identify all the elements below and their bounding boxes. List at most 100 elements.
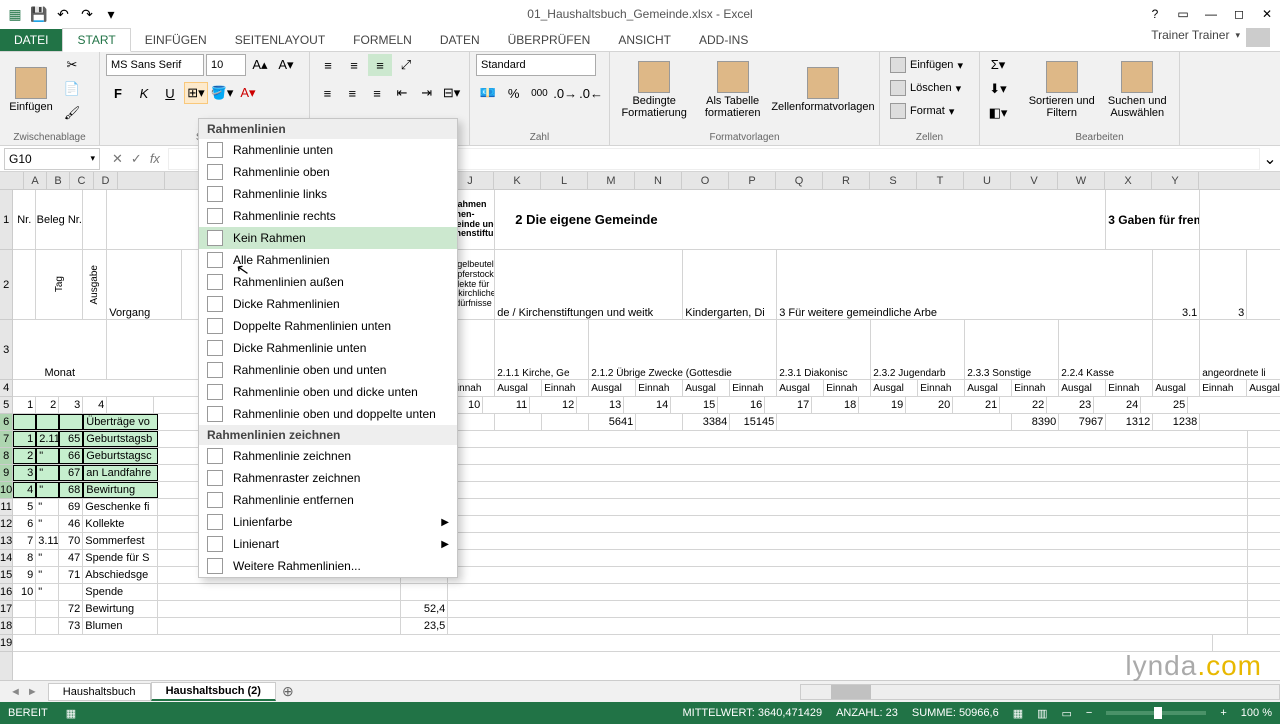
- minimize-icon[interactable]: —: [1202, 7, 1220, 21]
- fill-color-button[interactable]: 🪣▾: [210, 82, 234, 104]
- copy-icon[interactable]: 📄: [60, 78, 84, 100]
- expand-formula-icon[interactable]: ⌄: [1260, 149, 1280, 169]
- tab-review[interactable]: ÜBERPRÜFEN: [494, 29, 605, 51]
- zoom-in-icon[interactable]: +: [1220, 707, 1226, 719]
- row-header[interactable]: 3: [0, 320, 12, 380]
- border-menu-item[interactable]: Weitere Rahmenlinien...: [199, 555, 457, 577]
- underline-button[interactable]: U: [158, 82, 182, 104]
- border-menu-item[interactable]: Kein Rahmen: [199, 227, 457, 249]
- fill-icon[interactable]: ⬇▾: [986, 78, 1010, 100]
- merge-icon[interactable]: ⊟▾: [440, 82, 463, 104]
- row-header[interactable]: 9: [0, 465, 12, 482]
- sort-filter-button[interactable]: Sortieren und Filtern: [1026, 54, 1098, 126]
- number-format-select[interactable]: [476, 54, 596, 76]
- row-header[interactable]: 19: [0, 635, 12, 652]
- border-menu-item[interactable]: Rahmenlinie oben und dicke unten: [199, 381, 457, 403]
- percent-icon[interactable]: %: [502, 82, 526, 104]
- align-right-icon[interactable]: ≡: [366, 82, 389, 104]
- border-menu-item[interactable]: Linienart▶: [199, 533, 457, 555]
- column-header[interactable]: C: [70, 172, 94, 189]
- dec-decimal-icon[interactable]: .0←: [579, 82, 603, 104]
- table-format-button[interactable]: Als Tabelle formatieren: [696, 54, 769, 126]
- borders-button[interactable]: ⊞▾: [184, 82, 208, 104]
- column-header[interactable]: X: [1105, 172, 1152, 189]
- tab-insert[interactable]: EINFÜGEN: [131, 29, 221, 51]
- zoom-out-icon[interactable]: −: [1086, 707, 1092, 719]
- paste-button[interactable]: Einfügen: [6, 54, 56, 126]
- sheet-nav[interactable]: ◄►: [0, 686, 48, 698]
- border-menu-item[interactable]: Rahmenlinie oben: [199, 161, 457, 183]
- zoom-slider[interactable]: [1106, 711, 1206, 715]
- align-left-icon[interactable]: ≡: [316, 82, 339, 104]
- horizontal-scrollbar[interactable]: [800, 684, 1280, 700]
- column-header[interactable]: O: [682, 172, 729, 189]
- inc-decimal-icon[interactable]: .0→: [553, 82, 577, 104]
- fx-icon[interactable]: fx: [150, 151, 160, 167]
- column-header[interactable]: T: [917, 172, 964, 189]
- row-header[interactable]: 11: [0, 499, 12, 516]
- tab-layout[interactable]: SEITENLAYOUT: [221, 29, 339, 51]
- column-header[interactable]: A: [24, 172, 47, 189]
- column-header[interactable]: W: [1058, 172, 1105, 189]
- column-header[interactable]: V: [1011, 172, 1058, 189]
- save-icon[interactable]: 💾: [28, 3, 50, 25]
- row-header[interactable]: 13: [0, 533, 12, 550]
- cut-icon[interactable]: ✂: [60, 54, 84, 76]
- align-top-icon[interactable]: ≡: [316, 54, 340, 76]
- font-color-button[interactable]: A▾: [236, 82, 260, 104]
- column-header[interactable]: D: [94, 172, 118, 189]
- border-menu-item[interactable]: Dicke Rahmenlinien: [199, 293, 457, 315]
- find-select-button[interactable]: Suchen und Auswählen: [1102, 54, 1174, 126]
- row-header[interactable]: 10: [0, 482, 12, 499]
- row-header[interactable]: 6: [0, 414, 12, 431]
- zoom-level[interactable]: 100 %: [1241, 707, 1272, 719]
- italic-button[interactable]: K: [132, 82, 156, 104]
- view-break-icon[interactable]: ▭: [1062, 707, 1072, 720]
- tab-addins[interactable]: ADD-INS: [685, 29, 762, 51]
- sheet-tab-1[interactable]: Haushaltsbuch: [48, 683, 151, 701]
- font-name-input[interactable]: [106, 54, 204, 76]
- qat-custom-icon[interactable]: ▾: [100, 3, 122, 25]
- tab-file[interactable]: DATEI: [0, 29, 62, 51]
- column-header[interactable]: L: [541, 172, 588, 189]
- column-header[interactable]: M: [588, 172, 635, 189]
- row-header[interactable]: 8: [0, 448, 12, 465]
- sheet-tab-2[interactable]: Haushaltsbuch (2): [151, 682, 276, 701]
- format-cells-button[interactable]: Format ▾: [886, 100, 973, 122]
- bold-button[interactable]: F: [106, 82, 130, 104]
- currency-icon[interactable]: 💶: [476, 82, 500, 104]
- indent-inc-icon[interactable]: ⇥: [415, 82, 438, 104]
- ribbon-options-icon[interactable]: ▭: [1174, 7, 1192, 21]
- zoom-thumb[interactable]: [1154, 707, 1162, 719]
- cancel-formula-icon[interactable]: ✕: [112, 151, 123, 167]
- view-normal-icon[interactable]: ▦: [1013, 707, 1023, 720]
- cond-format-button[interactable]: Bedingte Formatierung: [616, 54, 692, 126]
- column-header[interactable]: Q: [776, 172, 823, 189]
- border-menu-item[interactable]: Rahmenlinie entfernen: [199, 489, 457, 511]
- border-menu-item[interactable]: Rahmenlinie oben und unten: [199, 359, 457, 381]
- row-header[interactable]: 7: [0, 431, 12, 448]
- row-header[interactable]: 16: [0, 584, 12, 601]
- shrink-font-icon[interactable]: A▾: [274, 54, 298, 76]
- redo-icon[interactable]: ↷: [76, 3, 98, 25]
- grow-font-icon[interactable]: A▴: [248, 54, 272, 76]
- border-menu-item[interactable]: Rahmenlinie oben und doppelte unten: [199, 403, 457, 425]
- row-header[interactable]: 1: [0, 190, 12, 250]
- border-menu-item[interactable]: Rahmenlinie zeichnen: [199, 445, 457, 467]
- column-header[interactable]: Y: [1152, 172, 1199, 189]
- column-header[interactable]: S: [870, 172, 917, 189]
- border-menu-item[interactable]: Dicke Rahmenlinie unten: [199, 337, 457, 359]
- row-header[interactable]: 12: [0, 516, 12, 533]
- border-menu-item[interactable]: Rahmenraster zeichnen: [199, 467, 457, 489]
- maximize-icon[interactable]: ◻: [1230, 7, 1248, 21]
- column-header[interactable]: R: [823, 172, 870, 189]
- tab-data[interactable]: DATEN: [426, 29, 494, 51]
- tab-view[interactable]: ANSICHT: [604, 29, 685, 51]
- format-painter-icon[interactable]: 🖌: [60, 102, 84, 124]
- add-sheet-button[interactable]: ⊕: [276, 683, 300, 700]
- row-header[interactable]: 15: [0, 567, 12, 584]
- align-middle-icon[interactable]: ≡: [342, 54, 366, 76]
- column-header[interactable]: P: [729, 172, 776, 189]
- delete-cells-button[interactable]: Löschen ▾: [886, 77, 973, 99]
- help-icon[interactable]: ?: [1146, 7, 1164, 21]
